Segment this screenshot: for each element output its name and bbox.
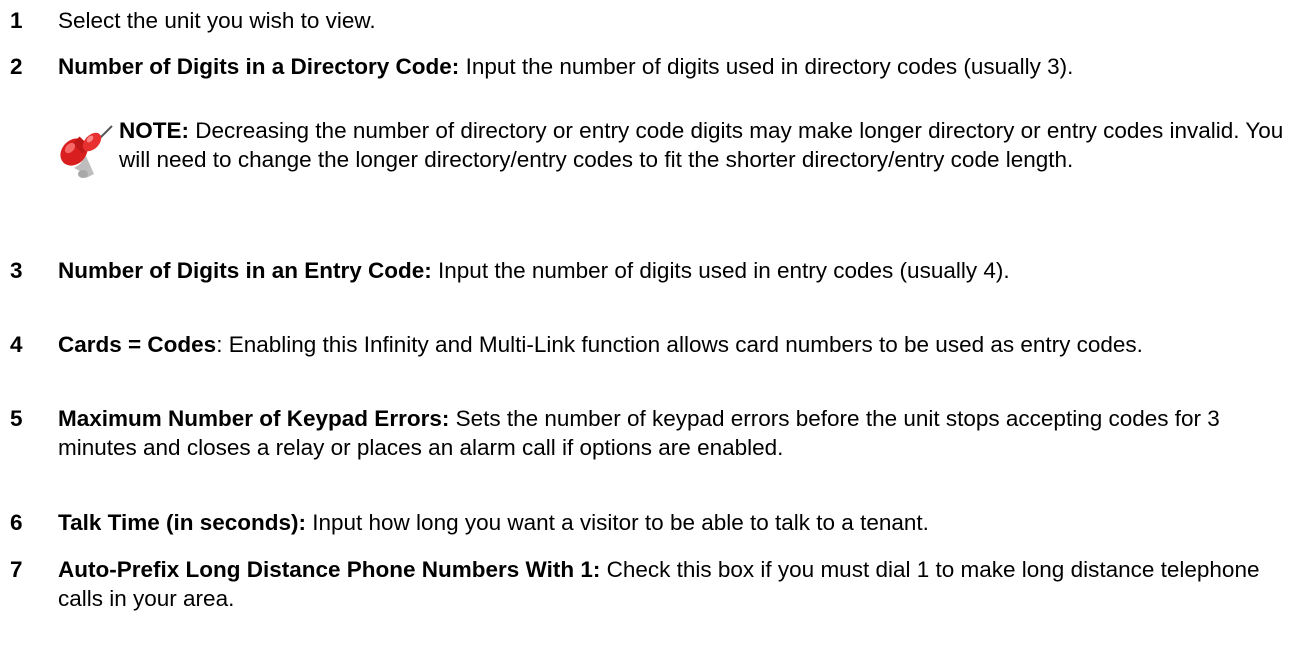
note-body: Decreasing the number of directory or en… [119, 118, 1284, 172]
item-text: Auto-Prefix Long Distance Phone Numbers … [58, 555, 1273, 613]
item-term: Maximum Number of Keypad Errors: [58, 406, 450, 431]
item-description: : Enabling this Infinity and Multi-Link … [216, 332, 1143, 357]
note-callout: NOTE: Decreasing the number of directory… [0, 116, 1303, 244]
item-number: 3 [10, 258, 23, 283]
item-number: 2 [10, 54, 23, 79]
item-term: Cards = Codes [58, 332, 217, 357]
note-label: NOTE: [119, 118, 189, 143]
item-description: Input how long you want a visitor to be … [305, 510, 929, 535]
item-number: 4 [10, 332, 23, 357]
item-number: 6 [10, 510, 23, 535]
pushpin-icon [56, 122, 114, 180]
item-text: Number of Digits in an Entry Code: Input… [58, 256, 1273, 285]
item-text: Maximum Number of Keypad Errors: Sets th… [58, 404, 1273, 462]
item-text: Select the unit you wish to view. [58, 6, 1273, 35]
item-text: Talk Time (in seconds): Input how long y… [58, 508, 1273, 537]
item-term: Talk Time (in seconds): [58, 510, 306, 535]
item-number: 7 [10, 557, 23, 582]
item-description: Select the unit you wish to view. [58, 8, 376, 33]
item-term: Number of Digits in an Entry Code: [58, 258, 432, 283]
item-description: Input the number of digits used in direc… [459, 54, 1074, 79]
item-description: Input the number of digits used in entry… [431, 258, 1010, 283]
item-term: Number of Digits in a Directory Code: [58, 54, 460, 79]
item-text: Number of Digits in a Directory Code: In… [58, 52, 1273, 81]
note-text: NOTE: Decreasing the number of directory… [119, 116, 1289, 174]
item-text: Cards = Codes: Enabling this Infinity an… [58, 330, 1273, 359]
item-term: Auto-Prefix Long Distance Phone Numbers … [58, 557, 601, 582]
item-number: 1 [10, 8, 23, 33]
item-number: 5 [10, 406, 23, 431]
